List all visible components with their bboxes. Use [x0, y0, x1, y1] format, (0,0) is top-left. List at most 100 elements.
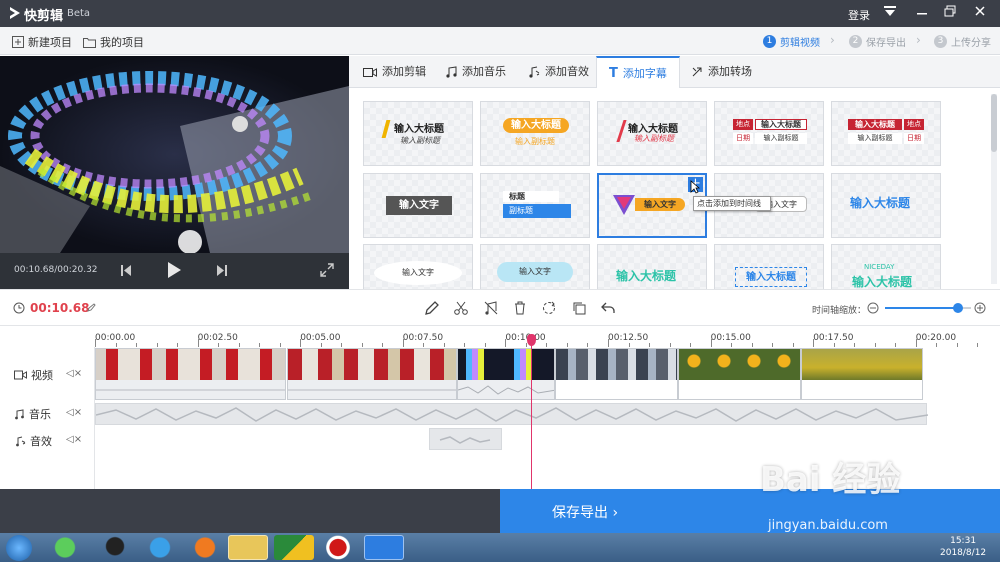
music-note-icon — [446, 66, 457, 78]
rotate-crop-icon[interactable] — [541, 300, 557, 316]
ruler-tick-label: 00:02.50 — [197, 333, 238, 343]
step-share[interactable]: 3 上传分享 — [934, 34, 991, 49]
subtitle-template[interactable]: 输入大标题 输入副标题 — [480, 101, 590, 166]
my-projects-button[interactable]: 我的项目 — [83, 34, 144, 50]
timeline-toolbar: 00:10.68 时间轴缩放： — [0, 289, 1000, 326]
zoom-in-icon[interactable] — [974, 302, 986, 314]
record-icon[interactable] — [318, 535, 358, 560]
baidu-watermark: Bai 经验 — [760, 460, 901, 500]
tooltip: 点击添加到时间线 — [693, 196, 771, 211]
template-tag: 日期 — [904, 133, 924, 144]
accent-bar — [381, 120, 391, 138]
mute-toggle-icon[interactable]: ◁× — [66, 434, 82, 445]
video-clip[interactable] — [801, 348, 923, 400]
sound-effect-clip[interactable] — [429, 428, 502, 450]
subtitle-template[interactable]: 输入大标题 — [831, 173, 941, 238]
music-clip[interactable] — [95, 403, 929, 425]
sound-effect-icon — [16, 436, 26, 446]
step-label: 上传分享 — [951, 38, 991, 49]
subtitle-template[interactable]: NICEDAY 输入大标题 — [831, 244, 941, 289]
timeline-ruler[interactable]: 00:00.00 00:02.50 00:05.00 00:07.50 00:10.00… — [95, 327, 1000, 347]
tab-add-subtitle[interactable]: T 添加字幕 — [596, 56, 680, 89]
qq-icon[interactable] — [95, 535, 135, 560]
subtitle-template[interactable]: 输入大标题 输入副标题 — [597, 101, 707, 166]
subtitle-template[interactable]: 输入文字 — [480, 244, 590, 289]
firefox-icon[interactable] — [185, 535, 225, 560]
maximize-icon[interactable] — [940, 4, 960, 22]
playhead[interactable] — [531, 337, 532, 489]
play-icon[interactable] — [166, 261, 182, 279]
subtitle-template[interactable]: 地点 输入大标题 日期 输入副标题 — [714, 101, 824, 166]
video-clip[interactable] — [555, 348, 678, 400]
pencil-icon[interactable] — [424, 300, 440, 316]
login-button[interactable]: 登录 — [848, 7, 870, 23]
zoom-slider-fill — [885, 307, 959, 309]
template-title: 输入文字 — [497, 262, 573, 282]
video-clip[interactable] — [457, 348, 555, 400]
subtitle-template[interactable]: 输入大标题 — [714, 244, 824, 289]
playhead-handle[interactable] — [527, 334, 536, 346]
taskbar-app-icon[interactable] — [274, 535, 314, 560]
new-project-button[interactable]: 新建项目 — [12, 34, 72, 50]
undo-icon[interactable] — [600, 300, 616, 316]
windows-taskbar — [0, 533, 1000, 562]
ruler-tick-label: 00:17.50 — [813, 333, 854, 343]
ruler-tick-label: 00:10.00 — [505, 333, 546, 343]
copy-icon[interactable] — [571, 300, 587, 316]
zoom-out-icon[interactable] — [867, 302, 879, 314]
folder-icon[interactable] — [228, 535, 268, 560]
mute-audio-icon[interactable] — [483, 300, 499, 316]
ruler-tick-mark — [402, 339, 404, 347]
tab-label: 添加转场 — [708, 65, 752, 78]
close-icon[interactable] — [970, 4, 990, 22]
scrollbar-thumb[interactable] — [991, 94, 997, 152]
kuaijianji-taskbar-icon[interactable] — [364, 535, 404, 560]
taskbar-app-icon[interactable] — [140, 535, 180, 560]
video-track-label: 视频 — [14, 367, 53, 383]
ruler-tick-label: 00:07.50 — [402, 333, 444, 343]
tab-add-clip[interactable]: 添加剪辑 — [351, 56, 438, 88]
fullscreen-icon[interactable] — [320, 263, 334, 277]
subtitle-template[interactable]: 输入文字 — [363, 173, 473, 238]
ruler-tick-label: 00:20.00 — [915, 333, 957, 343]
my-projects-label: 我的项目 — [100, 36, 144, 49]
zoom-slider-knob[interactable] — [953, 303, 964, 313]
scissors-icon[interactable] — [453, 300, 469, 316]
minimize-icon[interactable] — [912, 4, 932, 22]
subtitle-template[interactable]: 标题 副标题 — [480, 173, 590, 238]
video-preview[interactable] — [0, 56, 349, 253]
zoom-label: 时间轴缩放： — [812, 306, 867, 316]
video-clip[interactable] — [95, 348, 286, 400]
save-export-button[interactable]: 保存导出 › — [500, 489, 1000, 533]
video-clip[interactable] — [287, 348, 457, 400]
tab-add-music[interactable]: 添加音乐 — [433, 56, 518, 88]
next-frame-icon[interactable] — [216, 264, 228, 277]
preview-frame — [0, 56, 349, 253]
template-scrollbar[interactable] — [991, 94, 997, 284]
subtitle-template[interactable]: 输入文字 — [363, 244, 473, 289]
delete-icon[interactable] — [512, 300, 528, 316]
tab-add-sfx[interactable]: 添加音效 — [515, 56, 601, 88]
start-button[interactable] — [6, 535, 32, 561]
step-edit[interactable]: 1 剪辑视频 — [763, 34, 820, 49]
app-edition: Beta — [67, 8, 91, 19]
sfx-track-label: 音效 — [14, 433, 52, 449]
baidu-watermark-url: jingyan.baidu.com — [768, 518, 888, 533]
previous-frame-icon[interactable] — [120, 264, 132, 277]
subtitle-template[interactable]: 输入大标题 — [597, 244, 707, 289]
menu-dropdown-icon[interactable] — [880, 4, 900, 22]
zoom-slider[interactable] — [885, 303, 971, 313]
taskbar-app-icon[interactable] — [45, 535, 85, 560]
step-export[interactable]: 2 保存导出 — [849, 34, 906, 49]
mute-toggle-icon[interactable]: ◁× — [66, 368, 82, 379]
edit-time-icon[interactable] — [87, 303, 96, 312]
template-title: 输入大标题 — [616, 269, 677, 283]
title-bar: 快剪辑 Beta 登录 — [0, 0, 1000, 27]
video-camera-icon — [14, 370, 27, 380]
video-clip[interactable] — [678, 348, 801, 400]
subtitle-template[interactable]: 输入大标题 地点 输入副标题 日期 — [831, 101, 941, 166]
mute-toggle-icon[interactable]: ◁× — [66, 407, 82, 418]
tab-add-transition[interactable]: 添加转场 — [679, 56, 764, 88]
music-track-label: 音乐 — [14, 406, 51, 422]
subtitle-template[interactable]: 输入大标题 输入副标题 — [363, 101, 473, 166]
